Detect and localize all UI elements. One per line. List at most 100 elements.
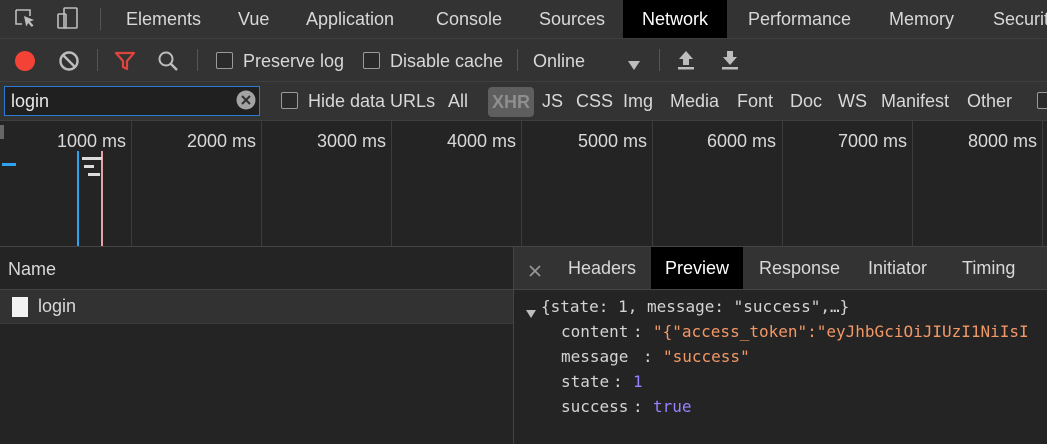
tick-label: 2000 ms [187,131,257,151]
state-key: state [561,372,610,391]
type-filter-font[interactable]: Font [737,82,773,120]
divider [517,49,518,71]
disable-cache-checkbox[interactable] [363,52,380,69]
type-filter-img[interactable]: Img [623,82,653,120]
tab-headers[interactable]: Headers [568,247,636,289]
request-detail-pane: Headers Preview Response Initiator Timin… [514,247,1047,444]
document-icon [12,297,28,322]
request-bar [84,165,94,168]
tab-sources[interactable]: Sources [539,0,605,38]
name-column-header[interactable]: Name [0,247,513,290]
type-filter-js[interactable]: JS [542,82,563,120]
tab-vue[interactable]: Vue [238,0,269,38]
preview-summary: {state: 1, message: "success",…} [541,297,850,316]
success-value: true [653,397,692,416]
tick-label: 5000 ms [578,131,648,151]
name-header-label: Name [8,259,57,279]
tick-label: 4000 ms [447,131,517,151]
tab-elements[interactable]: Elements [126,0,201,38]
throttling-select[interactable]: Online [524,45,646,75]
close-icon[interactable] [529,261,541,282]
timeline-start-marker [0,125,4,139]
dropdown-arrow-icon [628,55,640,76]
disable-cache-label: Disable cache [390,51,504,71]
network-toolbar: Preserve log Disable cache Online [0,39,1047,82]
content-key: content [561,322,629,341]
tick-label: 6000 ms [707,131,777,151]
type-filter-ws[interactable]: WS [838,82,867,120]
content-value: "{"access_token":"eyJhbGciOiJIUzI1NiIsI [653,322,1029,341]
download-icon[interactable] [721,49,739,76]
filter-bar: Hide data URLs All XHR JS CSS Img Media … [0,82,1047,121]
timeline-overview[interactable]: 1000 ms 2000 ms 3000 ms 4000 ms 5000 ms … [0,121,1047,247]
gridline [521,121,522,246]
tab-application[interactable]: Application [306,0,394,38]
request-bar-blue [2,163,16,166]
type-filter-css[interactable]: CSS [576,82,613,120]
blocked-requests-checkbox[interactable] [1037,92,1047,109]
type-filter-xhr[interactable]: XHR [488,87,535,117]
colon: : [643,347,653,366]
state-value: 1 [633,372,643,391]
detail-tab-bar: Headers Preview Response Initiator Timin… [514,247,1047,290]
type-filter-doc[interactable]: Doc [790,82,822,120]
device-toolbar-icon[interactable] [56,6,80,37]
type-filter-all[interactable]: All [448,82,468,120]
tab-timing[interactable]: Timing [962,247,1015,289]
type-filter-media[interactable]: Media [670,82,719,120]
message-value: "success" [663,347,750,366]
tab-initiator[interactable]: Initiator [868,247,927,289]
preserve-log-label: Preserve log [243,51,345,71]
hide-data-urls-label: Hide data URLs [308,91,436,111]
colon: : [633,322,643,341]
throttling-value: Online [533,51,586,71]
request-row[interactable]: login [0,290,513,324]
filter-input[interactable] [4,86,260,116]
message-key: message [561,347,629,366]
type-filter-other[interactable]: Other [967,82,1012,120]
preview-tree: {state: 1, message: "success",…} content… [514,289,1047,444]
request-name: login [38,296,77,316]
divider [97,49,98,71]
expand-triangle-icon[interactable] [526,303,536,322]
tick-label: 8000 ms [968,131,1038,151]
inspect-element-icon[interactable] [14,8,38,35]
upload-icon[interactable] [677,49,695,76]
request-list: Name login [0,247,514,444]
record-icon[interactable] [14,50,36,77]
tab-security[interactable]: Securit [993,0,1047,38]
tab-performance[interactable]: Performance [748,0,851,38]
type-filter-manifest[interactable]: Manifest [881,82,949,120]
gridline [782,121,783,246]
preserve-log-checkbox[interactable] [216,52,233,69]
gridline [652,121,653,246]
gridline [131,121,132,246]
tab-memory[interactable]: Memory [889,0,954,38]
hide-data-urls-checkbox[interactable] [281,92,298,109]
divider [100,8,101,30]
tick-label: 1000 ms [57,131,127,151]
success-key: success [561,397,629,416]
gridline [391,121,392,246]
tab-preview[interactable]: Preview [651,247,744,289]
filter-icon[interactable] [114,51,136,76]
divider [197,49,198,71]
tick-label: 3000 ms [317,131,387,151]
tab-response[interactable]: Response [759,247,840,289]
search-icon[interactable] [157,50,179,77]
gridline [1042,121,1043,246]
tab-console[interactable]: Console [436,0,502,38]
tab-network[interactable]: Network [623,0,728,38]
dom-content-loaded-line [77,151,79,246]
request-bar [88,173,100,176]
colon: : [633,397,643,416]
devtools-tab-bar: Elements Vue Application Console Sources… [0,0,1047,39]
colon: : [613,372,623,391]
clear-filter-icon[interactable] [236,90,256,115]
tick-label: 7000 ms [838,131,908,151]
divider [659,49,660,71]
clear-icon[interactable] [58,50,80,77]
request-bar [82,157,102,160]
load-event-line [101,151,103,246]
gridline [261,121,262,246]
